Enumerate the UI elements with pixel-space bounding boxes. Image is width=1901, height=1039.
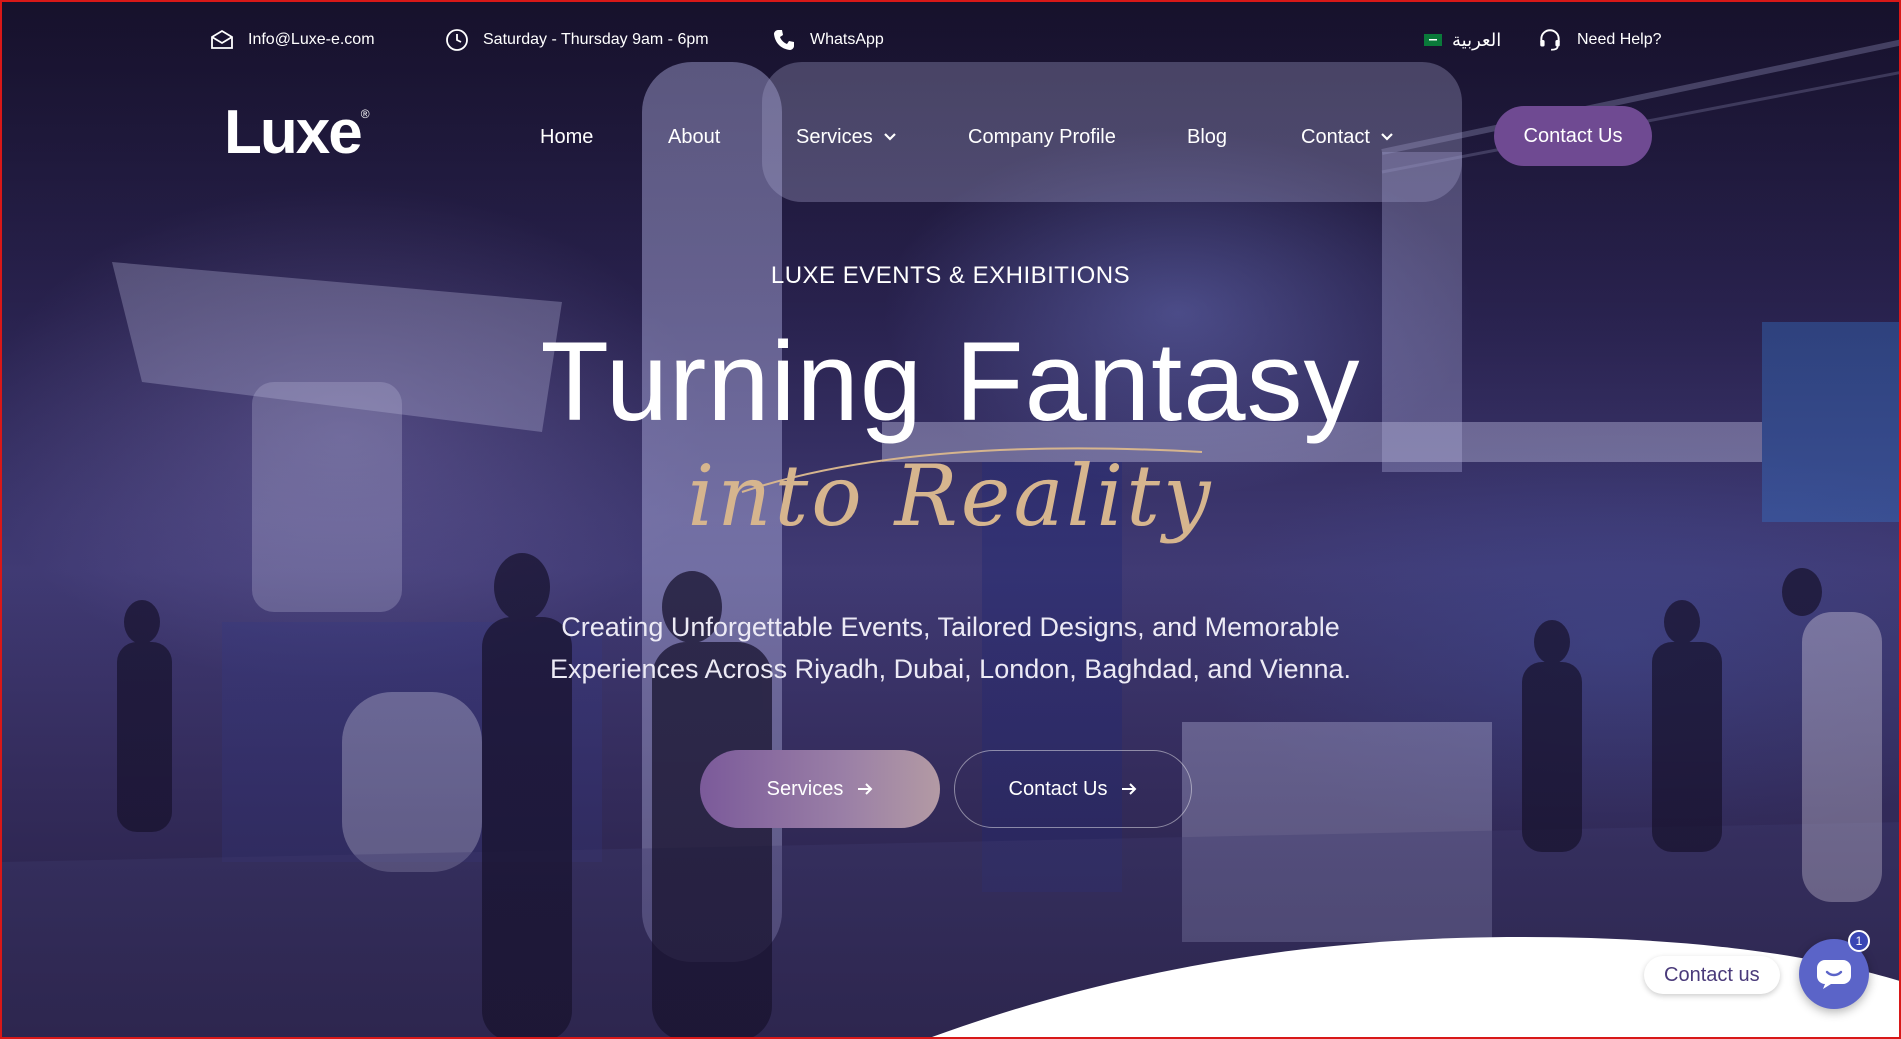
nav-blog[interactable]: Blog [1187,126,1227,149]
bottom-wave-divider [932,937,1899,1037]
header-contact-us-button[interactable]: Contact Us [1494,106,1652,166]
top-bar: Info@Luxe-e.com Saturday - Thursday 9am … [2,24,1899,56]
nav-home[interactable]: Home [540,126,593,149]
hero-description-line-1: Creating Unforgettable Events, Tailored … [561,612,1340,642]
topbar-whatsapp-text[interactable]: WhatsApp [810,31,884,49]
arrow-right-icon [858,783,873,795]
topbar-email[interactable]: Info@Luxe-e.com [210,24,375,56]
nav-home-label[interactable]: Home [540,126,593,149]
hero-eyebrow: LUXE EVENTS & EXHIBITIONS [770,262,1131,289]
hero-headline: Turning Fantasy [540,319,1361,444]
chat-widget-label[interactable]: Contact us [1644,956,1780,994]
chevron-down-icon [1381,133,1393,141]
hero-description: Creating Unforgettable Events, Tailored … [2,606,1899,690]
nav-contact-label[interactable]: Contact [1301,126,1370,149]
nav-services-label[interactable]: Services [796,126,873,149]
topbar-email-text[interactable]: Info@Luxe-e.com [248,31,375,49]
need-help-link[interactable]: Need Help? [1537,24,1662,56]
hero-services-button[interactable]: Services [700,750,940,828]
hero-services-button-label[interactable]: Services [767,778,844,801]
clock-icon [446,29,468,51]
hero-contact-us-button[interactable]: Contact Us [954,750,1192,828]
headset-icon [1540,29,1560,51]
chat-bubble-icon [1817,960,1851,989]
hero-contact-us-button-label[interactable]: Contact Us [1009,778,1108,801]
logo-text: Luxe [224,98,363,167]
nav-about[interactable]: About [668,126,720,149]
hero-section: Info@Luxe-e.com Saturday - Thursday 9am … [0,0,1901,1039]
topbar-whatsapp[interactable]: WhatsApp [772,24,884,56]
topbar-hours-text: Saturday - Thursday 9am - 6pm [483,31,709,48]
nav-blog-label[interactable]: Blog [1187,126,1227,149]
nav-about-label[interactable]: About [668,126,720,149]
nav-company-profile[interactable]: Company Profile [968,126,1116,149]
luxe-logo[interactable]: Luxe® [224,102,370,164]
need-help-text[interactable]: Need Help? [1577,31,1662,49]
hero-description-line-2: Experiences Across Riyadh, Dubai, London… [549,654,1352,684]
nav-contact[interactable]: Contact [1301,126,1394,149]
logo-registered-mark: ® [360,107,370,121]
arrow-right-icon [1122,783,1137,795]
envelope-icon [211,29,233,49]
language-switch[interactable]: العربية [1424,24,1501,56]
chat-notification-badge: 1 [1848,930,1870,952]
saudi-flag-icon [1424,34,1442,46]
script-underline-stroke [741,447,1203,493]
language-switch-label[interactable]: العربية [1452,30,1501,51]
topbar-hours: Saturday - Thursday 9am - 6pm [445,24,709,56]
nav-services[interactable]: Services [796,126,897,149]
nav-company-profile-label[interactable]: Company Profile [968,126,1116,149]
chevron-down-icon [883,133,896,141]
phone-icon [774,30,794,50]
